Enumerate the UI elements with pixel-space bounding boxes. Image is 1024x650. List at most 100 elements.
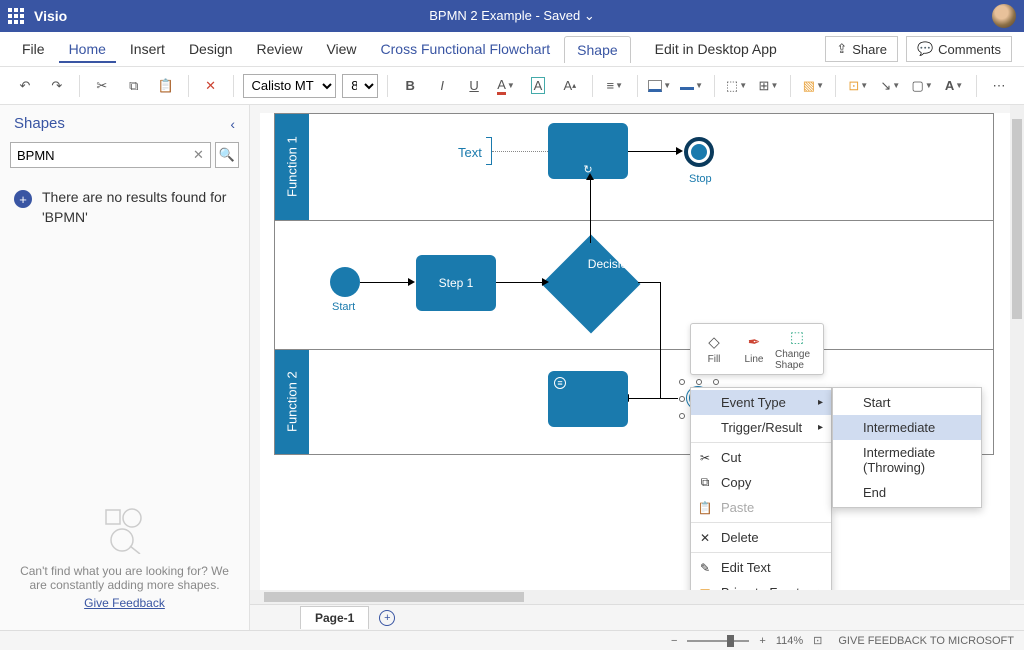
font-size-select[interactable]: 8 — [342, 74, 378, 98]
submenu-intermediate[interactable]: Intermediate — [833, 415, 981, 440]
connector[interactable] — [628, 151, 678, 152]
dotted-connector — [492, 151, 548, 152]
tab-review[interactable]: Review — [247, 35, 313, 63]
tab-cross-functional[interactable]: Cross Functional Flowchart — [371, 35, 561, 63]
document-title[interactable]: BPMN 2 Example - Saved ⌄ — [429, 8, 595, 24]
task-shape-bottom[interactable]: ≡ — [548, 371, 628, 427]
fill-color-button[interactable]: ▼ — [647, 73, 673, 99]
swimlane-1[interactable]: Function 1 — [274, 113, 994, 221]
end-event[interactable] — [684, 137, 714, 167]
comments-button[interactable]: 💬Comments — [906, 36, 1012, 62]
search-input-wrap[interactable]: ✕ — [10, 142, 211, 168]
vertical-scrollbar[interactable] — [1010, 105, 1024, 600]
shape-style-button[interactable]: ▢▼ — [909, 73, 935, 99]
connector[interactable] — [590, 179, 591, 243]
app-name: Visio — [34, 8, 67, 24]
start-label: Start — [332, 301, 355, 313]
text-annotation[interactable]: Text — [458, 145, 482, 160]
undo-button[interactable]: ↶ — [12, 73, 38, 99]
more-button[interactable]: ⋯ — [986, 73, 1012, 99]
mini-line-button[interactable]: ✒Line — [735, 328, 773, 370]
swimlane-3-header[interactable]: Function 2 — [275, 350, 309, 454]
start-event[interactable] — [330, 267, 360, 297]
mini-fill-button[interactable]: ◇Fill — [695, 328, 733, 370]
tab-view[interactable]: View — [316, 35, 366, 63]
ctx-event-type[interactable]: Event Type▸ — [691, 390, 831, 415]
horizontal-scrollbar[interactable] — [250, 590, 1010, 604]
container-button[interactable]: ⊡▼ — [845, 73, 871, 99]
font-color-button[interactable]: A▼ — [493, 73, 519, 99]
ctx-delete[interactable]: ✕Delete — [691, 525, 831, 550]
connector[interactable] — [628, 398, 678, 399]
ctx-copy[interactable]: ⧉Copy — [691, 470, 831, 495]
helper-text: Can't find what you are looking for? We … — [20, 564, 229, 592]
zoom-level[interactable]: 114% — [776, 635, 803, 647]
mini-change-shape-button[interactable]: ⬚Change Shape — [775, 328, 819, 370]
task-shape-top[interactable]: ↻ — [548, 123, 628, 179]
submenu-end[interactable]: End — [833, 480, 981, 505]
align-button[interactable]: ≡▼ — [602, 73, 628, 99]
ribbon-tabs: File Home Insert Design Review View Cros… — [0, 32, 1024, 67]
no-results-text: There are no results found for 'BPMN' — [42, 188, 235, 227]
app-launcher-icon[interactable] — [8, 8, 24, 24]
canvas-area[interactable]: Function 1 Function 2 Text ↻ Stop Start … — [250, 105, 1024, 630]
ctx-cut[interactable]: ✂Cut — [691, 445, 831, 470]
search-input[interactable] — [17, 148, 193, 163]
tab-design[interactable]: Design — [179, 35, 243, 63]
cut-button[interactable]: ✂ — [89, 73, 115, 99]
text-button[interactable]: A▼ — [941, 73, 967, 99]
line-color-button[interactable]: ▼ — [679, 73, 705, 99]
connector[interactable] — [638, 282, 660, 283]
ctx-trigger-result[interactable]: Trigger/Result▸ — [691, 415, 831, 440]
cut-icon: ✂ — [697, 451, 713, 465]
connector[interactable] — [660, 282, 661, 398]
page-tab-1[interactable]: Page-1 — [300, 606, 369, 629]
arrange-button[interactable]: ⬚▼ — [724, 73, 750, 99]
layers-button[interactable]: ▧▼ — [800, 73, 826, 99]
delete-button[interactable]: ✕ — [198, 73, 224, 99]
search-button[interactable]: 🔍 — [215, 142, 239, 168]
submenu-intermediate-throwing[interactable]: Intermediate (Throwing) — [833, 440, 981, 480]
share-button[interactable]: ⇪Share — [825, 36, 898, 62]
feedback-link-status[interactable]: GIVE FEEDBACK TO MICROSOFT — [838, 635, 1014, 647]
submenu-start[interactable]: Start — [833, 390, 981, 415]
font-size-inc-button[interactable]: A▴ — [557, 73, 583, 99]
connector[interactable] — [496, 282, 544, 283]
canvas[interactable]: Function 1 Function 2 Text ↻ Stop Start … — [260, 113, 1014, 600]
italic-button[interactable]: I — [429, 73, 455, 99]
ctx-edit-text[interactable]: ✎Edit Text — [691, 555, 831, 580]
avatar[interactable] — [992, 4, 1016, 28]
connector[interactable] — [360, 282, 410, 283]
fit-page-button[interactable]: ⊡ — [813, 634, 822, 647]
underline-button[interactable]: U — [461, 73, 487, 99]
task-step1[interactable]: Step 1 — [416, 255, 496, 311]
tab-file[interactable]: File — [12, 35, 55, 63]
page-tabs: Page-1 + — [250, 604, 1024, 630]
tab-insert[interactable]: Insert — [120, 35, 175, 63]
clear-icon[interactable]: ✕ — [193, 147, 204, 163]
line-icon: ✒ — [748, 333, 761, 351]
collapse-icon[interactable]: ‹ — [230, 116, 235, 132]
paste-icon: 📋 — [697, 501, 713, 515]
connector-button[interactable]: ↘▼ — [877, 73, 903, 99]
tab-home[interactable]: Home — [59, 35, 116, 63]
mini-toolbar: ◇Fill ✒Line ⬚Change Shape — [690, 323, 824, 375]
add-page-button[interactable]: + — [379, 610, 395, 626]
add-stencil-button[interactable]: + — [14, 190, 32, 208]
paste-button[interactable]: 📋 — [153, 73, 179, 99]
tab-edit-desktop[interactable]: Edit in Desktop App — [645, 35, 787, 63]
position-button[interactable]: ⊞▼ — [756, 73, 782, 99]
bold-button[interactable]: B — [397, 73, 423, 99]
swimlane-1-header[interactable]: Function 1 — [275, 114, 309, 220]
zoom-slider[interactable] — [687, 640, 749, 642]
redo-button[interactable]: ↷ — [44, 73, 70, 99]
give-feedback-link[interactable]: Give Feedback — [84, 596, 165, 610]
highlight-button[interactable]: A — [525, 73, 551, 99]
copy-button[interactable]: ⧉ — [121, 73, 147, 99]
zoom-in-button[interactable]: + — [759, 635, 765, 647]
zoom-out-button[interactable]: − — [671, 635, 677, 647]
font-family-select[interactable]: Calisto MT — [243, 74, 337, 98]
change-shape-icon: ⬚ — [790, 328, 804, 346]
ribbon: ↶ ↷ ✂ ⧉ 📋 ✕ Calisto MT 8 B I U A▼ A A▴ ≡… — [0, 67, 1024, 105]
tab-shape[interactable]: Shape — [564, 36, 630, 63]
